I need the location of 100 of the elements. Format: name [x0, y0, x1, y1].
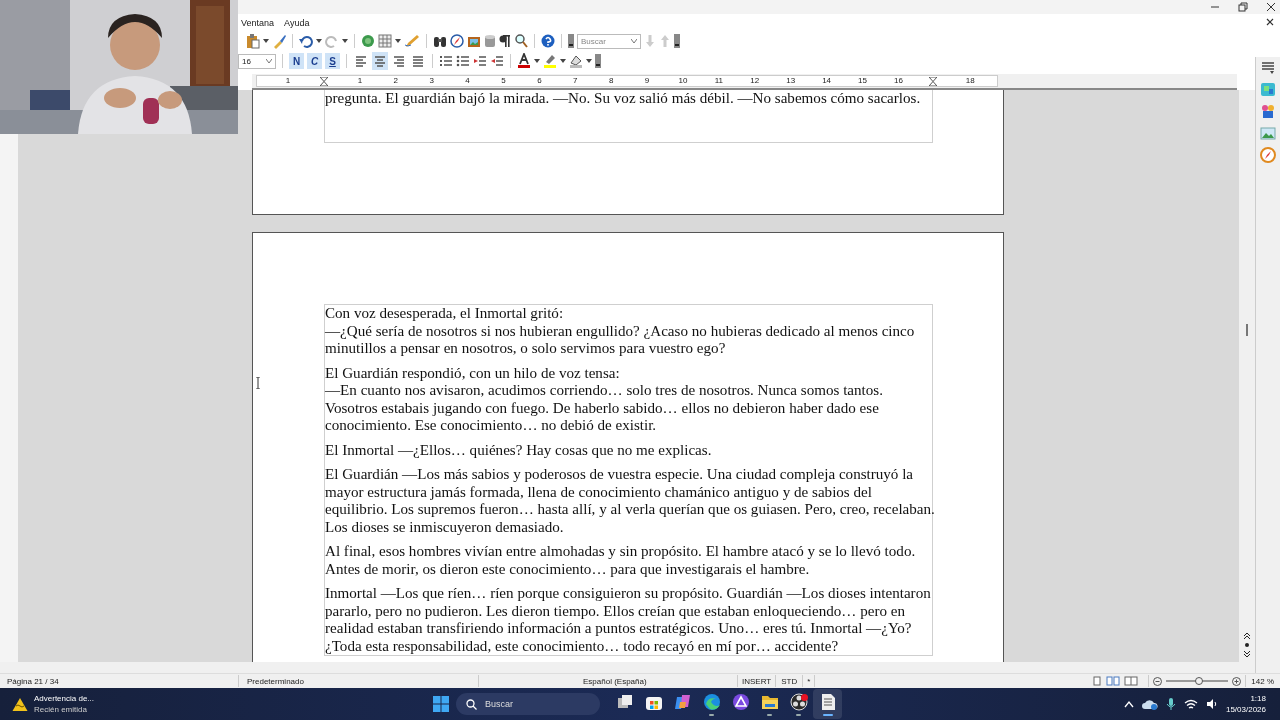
ruler-number: 11 — [714, 76, 724, 86]
help-icon[interactable] — [541, 33, 555, 49]
toolbar-handle-icon[interactable] — [674, 34, 680, 48]
close-icon[interactable] — [1266, 2, 1276, 12]
paragraph: El Inmortal —¿Ellos… quiénes? Hay cosas que no me explicas. — [325, 441, 713, 459]
brush-icon[interactable] — [272, 33, 286, 49]
paragraph: Inmortal —Los que ríen… ríen porque consiguieron su propósito. Guardián —Los dioses intentaron pararlo, pero no pudieron. Les dieron tiempo. Ellos creían que estaban enloqueciendo… pero en realidad estaban transfiriendo información a puntos estratégicos. Uno… eres tú. Inmortal —¿Yo? ¿Toda esta responsabilidad, este conocimiento… todo recayó en mí por… accidente? — [325, 585, 932, 655]
ruler-number: 2 — [393, 76, 398, 86]
scroll-thumb[interactable] — [1246, 324, 1248, 336]
indent-marker-icon[interactable] — [320, 77, 328, 86]
properties-icon[interactable] — [1260, 81, 1276, 97]
navigator-icon[interactable] — [1260, 147, 1276, 163]
swirl-icon[interactable] — [673, 692, 692, 711]
ruler-number: 13 — [786, 76, 796, 86]
notification-dot-icon — [801, 694, 808, 701]
styles-icon[interactable] — [1260, 103, 1276, 119]
ruler-number: 7 — [573, 76, 578, 86]
gallery-icon[interactable] — [1260, 125, 1276, 141]
taskbar-app[interactable] — [813, 689, 842, 719]
taskbar-search-field[interactable]: Buscar — [456, 693, 600, 715]
compass-icon[interactable] — [450, 33, 464, 49]
format-toggle[interactable]: C — [307, 53, 322, 69]
font-color-icon[interactable] — [517, 53, 531, 69]
numbered-list-icon[interactable] — [439, 53, 453, 69]
cloud-icon[interactable] — [1141, 698, 1158, 710]
text-cursor-icon — [255, 377, 261, 389]
zoom-out-icon[interactable] — [1153, 676, 1163, 686]
ruler-number: 5 — [501, 76, 506, 86]
search-field[interactable]: Buscar — [577, 33, 641, 49]
language: Español (España) — [582, 676, 648, 686]
paragraph: —¿Qué sería de nosotros si nos hubieran engullido? ¿Acaso no hubieras dedicado al menos cinco minutillos a pensar en nosotros, o solo servimos para vuestro ego? — [325, 322, 916, 358]
pilcrow-icon[interactable] — [499, 33, 511, 49]
caret-icon[interactable] — [395, 39, 401, 43]
menu-item[interactable]: Ayuda — [284, 17, 310, 28]
zoom-in-icon[interactable] — [1232, 676, 1242, 686]
ruler-number: 10 — [678, 76, 688, 86]
chevron-up-icon[interactable] — [1123, 700, 1134, 708]
volume-icon[interactable] — [1205, 698, 1218, 710]
zoom-icon[interactable] — [514, 33, 528, 49]
ruler-number: 1 — [357, 76, 363, 86]
indent-marker-icon[interactable] — [929, 77, 937, 86]
ruler-number: 18 — [965, 76, 975, 86]
caret-icon[interactable] — [586, 59, 592, 63]
highlighter-icon[interactable] — [543, 53, 557, 69]
bullet-list-icon[interactable] — [456, 53, 470, 69]
two-page-view-icon[interactable] — [1106, 676, 1121, 686]
caret-icon[interactable] — [316, 39, 322, 43]
page-count: Página 21 / 34 — [6, 676, 60, 686]
ruler-number: 4 — [465, 76, 470, 86]
paragraph: pregunta. El guardián bajó la mirada. —No. Su voz salió más débil. —No sabemos cómo sacarlos. — [325, 90, 922, 108]
ruler-number: 12 — [750, 76, 760, 86]
start-icon[interactable] — [432, 695, 450, 713]
ruler-number: 1 — [285, 76, 291, 86]
microphone-icon[interactable] — [1165, 697, 1176, 711]
caret-icon[interactable] — [560, 59, 566, 63]
horizontal-scrollbar[interactable] — [0, 662, 1255, 673]
indent-icon[interactable] — [473, 53, 487, 69]
clock[interactable]: 1:18 15/03/2026 — [1225, 693, 1266, 715]
previous-page-icon[interactable] — [1243, 632, 1251, 640]
undo-icon[interactable] — [299, 33, 313, 49]
browser-icon[interactable] — [702, 692, 721, 711]
ruler-number: 6 — [537, 76, 542, 86]
paragraph: El Guardián respondió, con un hilo de voz tensa: — [325, 364, 621, 382]
single-page-view-icon[interactable] — [1092, 676, 1103, 686]
warning-icon[interactable] — [12, 696, 28, 712]
outdent-icon[interactable] — [490, 53, 504, 69]
paragraph: El Guardián —Los más sabios y poderosos de vuestra especie. Una ciudad compleja construyó la mayor estructura jamás formada, llena de conocimiento chamánico antiguo y de sabios del equilibrio. Los supremos fueron… hasta allí, y al verla querían que os guiasen. Pero, creo, recelaban. Los dioses se inmiscuyeron demasiado. — [325, 466, 936, 536]
next-page-icon[interactable] — [1243, 650, 1251, 658]
menu-icon[interactable] — [1261, 61, 1275, 75]
close-document-icon[interactable] — [1266, 18, 1274, 26]
notification-title[interactable]: Advertencia de... — [34, 693, 95, 704]
book-view-icon[interactable] — [1124, 676, 1139, 686]
ruler-number: 16 — [893, 76, 903, 86]
wifi-icon[interactable] — [1183, 698, 1198, 710]
shading-icon[interactable] — [569, 53, 583, 69]
restore-icon[interactable] — [1238, 2, 1248, 12]
menu-item[interactable]: Ventana — [241, 17, 275, 28]
paste-icon[interactable] — [246, 33, 260, 49]
caret-icon[interactable] — [342, 39, 348, 43]
dropdown-icon[interactable] — [631, 39, 637, 43]
ruler-number: 8 — [608, 76, 614, 86]
ruler-number: 15 — [858, 76, 867, 86]
font-size-field[interactable]: 16 — [238, 53, 276, 69]
navigate-icon[interactable] — [1243, 642, 1251, 648]
toolbar-handle-icon[interactable] — [568, 34, 574, 48]
format-toggle[interactable]: S — [325, 53, 340, 69]
search-icon — [466, 698, 477, 710]
modified-indicator: * — [806, 676, 812, 686]
triangle-app-icon[interactable] — [731, 692, 750, 711]
dropdown-icon[interactable] — [266, 59, 272, 63]
globe-icon[interactable] — [361, 33, 375, 49]
insert-mode: INSERT — [741, 676, 773, 686]
paragraph: Al final, esos hombres vivían entre almohadas y sin propósito. El hambre atacó y se lo llevó todo. Antes de morir, os dieron este conocimiento… para que investigarais el hambre. — [325, 543, 917, 578]
caret-icon[interactable] — [534, 59, 540, 63]
notification-subtitle: Recién emitida — [34, 704, 88, 715]
format-toggle[interactable]: N — [289, 53, 304, 69]
toolbar-handle-icon[interactable] — [595, 54, 601, 68]
paragraph: Con voz desesperada, el Inmortal gritó: — [325, 305, 565, 323]
caret-icon[interactable] — [263, 39, 269, 43]
task-view-icon[interactable] — [616, 693, 633, 710]
